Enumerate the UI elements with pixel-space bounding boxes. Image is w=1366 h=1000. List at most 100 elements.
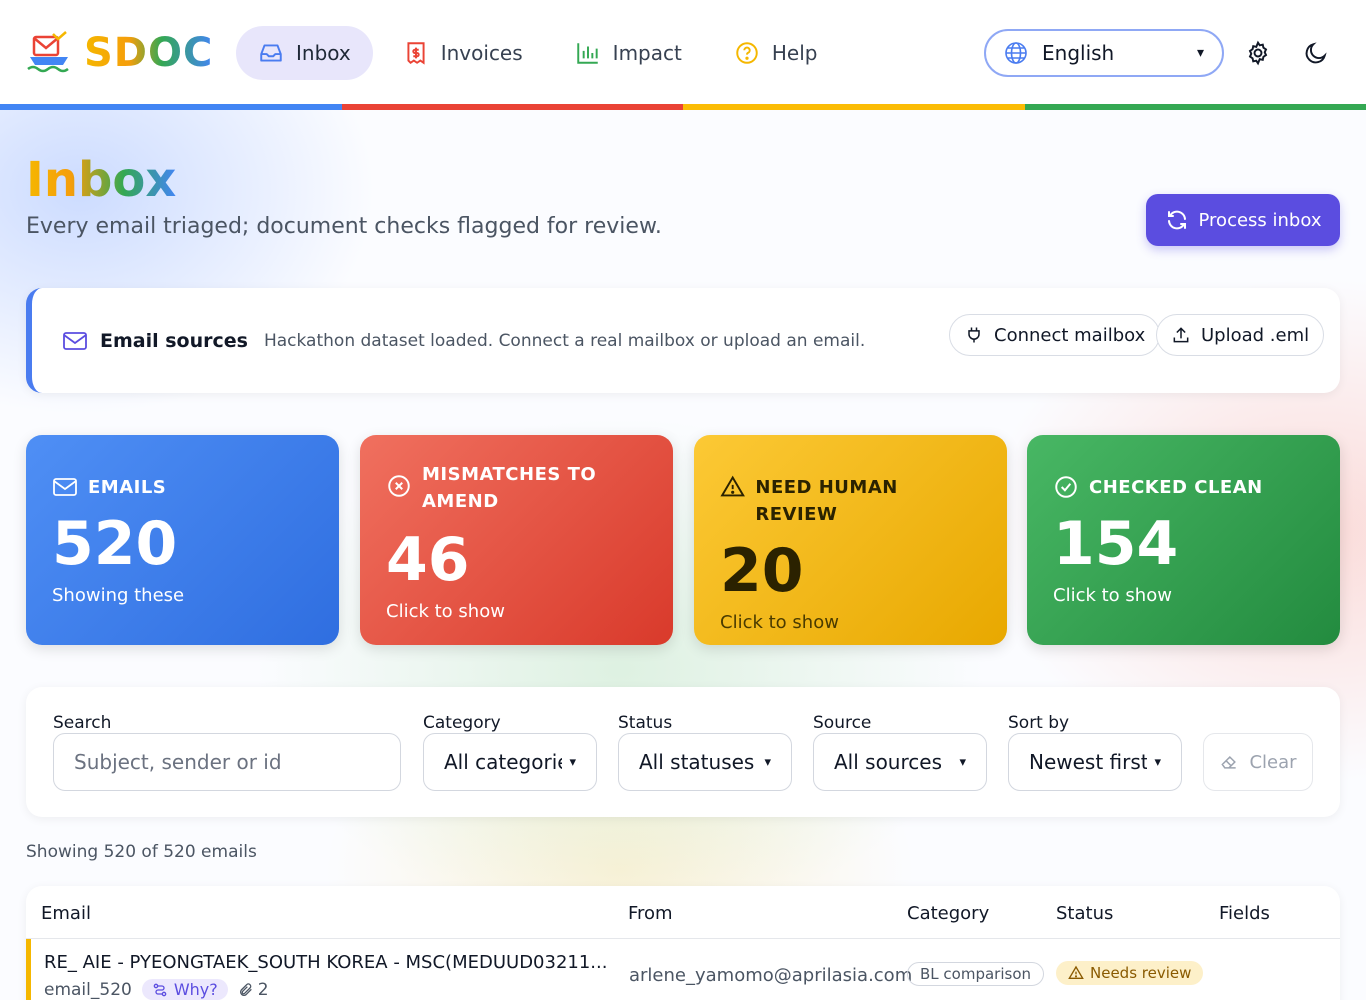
chevron-down-icon: ▾ xyxy=(764,754,771,770)
top-bar: SDOC Inbox Invoices Impact Help English … xyxy=(0,0,1366,104)
source-label: Source xyxy=(813,713,872,733)
stat-card-clean[interactable]: CHECKED CLEAN 154 Click to show xyxy=(1027,435,1340,645)
brand-stripe xyxy=(0,104,1366,110)
attachment-count: 2 xyxy=(238,980,269,1000)
nav-label: Inbox xyxy=(296,41,351,65)
clear-label: Clear xyxy=(1249,751,1297,773)
nav-label: Impact xyxy=(612,41,682,65)
status-label: Status xyxy=(618,713,673,733)
stat-card-mismatches[interactable]: MISMATCHES TO AMEND 46 Click to show xyxy=(360,435,673,645)
stat-value: 520 xyxy=(52,509,178,579)
stat-subtext: Click to show xyxy=(1053,585,1172,606)
status-select[interactable]: All statuses ▾ xyxy=(618,733,792,791)
why-label: Why? xyxy=(173,980,218,999)
stat-subtext: Click to show xyxy=(386,601,505,622)
column-header-fields[interactable]: Fields xyxy=(1219,903,1270,924)
stat-card-emails[interactable]: EMAILS 520 Showing these xyxy=(26,435,339,645)
search-placeholder: Subject, sender or id xyxy=(74,750,282,774)
nav-item-inbox[interactable]: Inbox xyxy=(236,26,373,80)
language-select[interactable]: English ▾ xyxy=(984,29,1224,77)
why-button[interactable]: Why? xyxy=(141,979,228,1000)
category-label: Category xyxy=(423,713,501,733)
sort-label: Sort by xyxy=(1008,713,1070,733)
stat-label: CHECKED CLEAN xyxy=(1089,477,1263,498)
column-header-from[interactable]: From xyxy=(628,903,673,924)
mail-icon xyxy=(53,478,77,496)
page-title: Inbox xyxy=(26,152,177,208)
stat-card-review[interactable]: NEED HUMAN REVIEW 20 Click to show xyxy=(694,435,1007,645)
process-inbox-label: Process inbox xyxy=(1198,209,1322,231)
email-id: email_520 xyxy=(44,979,132,1000)
sources-description: Hackathon dataset loaded. Connect a real… xyxy=(263,330,866,351)
nav-item-impact[interactable]: Impact xyxy=(553,26,704,80)
sort-value: Newest first xyxy=(1029,750,1147,774)
upload-icon xyxy=(1173,327,1189,343)
chevron-down-icon: ▾ xyxy=(1196,45,1204,61)
stat-label: MISMATCHES TO AMEND xyxy=(422,464,597,512)
warning-icon xyxy=(1068,965,1084,979)
process-inbox-button[interactable]: Process inbox xyxy=(1146,194,1340,246)
sort-select[interactable]: Newest first ▾ xyxy=(1008,733,1182,791)
attachment-count-value: 2 xyxy=(257,979,269,1000)
nav-label: Help xyxy=(771,41,818,65)
stat-label: NEED HUMAN REVIEW xyxy=(755,477,898,525)
clear-filters-button[interactable]: Clear xyxy=(1203,733,1313,791)
page-subtitle: Every email triaged; document checks fla… xyxy=(26,214,662,239)
app-name: SDOC xyxy=(84,30,214,76)
stat-subtext: Showing these xyxy=(52,585,185,606)
app-logo[interactable]: SDOC xyxy=(26,30,213,76)
search-label: Search xyxy=(53,713,112,733)
upload-eml-button[interactable]: Upload .eml xyxy=(1156,314,1325,356)
email-subject[interactable]: RE_ AIE - PYEONGTAEK_SOUTH KOREA - MSC(M… xyxy=(44,952,607,973)
x-circle-icon xyxy=(388,475,410,497)
chevron-down-icon: ▾ xyxy=(1154,754,1161,770)
moon-icon xyxy=(1305,42,1327,64)
nav-item-invoices[interactable]: Invoices xyxy=(381,26,545,80)
column-header-status[interactable]: Status xyxy=(1056,903,1113,924)
logo-mail-boat-icon xyxy=(27,31,69,73)
warning-icon xyxy=(720,475,745,497)
email-table: Email From Category Status Fields RE_ AI… xyxy=(26,886,1340,1000)
connect-mailbox-button[interactable]: Connect mailbox xyxy=(949,314,1161,356)
column-header-category[interactable]: Category xyxy=(907,903,989,924)
settings-button[interactable] xyxy=(1243,38,1273,68)
theme-toggle-button[interactable] xyxy=(1301,38,1331,68)
stat-value: 154 xyxy=(1053,509,1179,579)
status-value: All statuses xyxy=(639,750,755,774)
invoice-icon xyxy=(407,42,425,65)
stat-value: 20 xyxy=(720,536,804,606)
main-nav: Inbox Invoices Impact Help xyxy=(236,26,839,80)
help-icon xyxy=(736,42,758,64)
sources-title: Email sources xyxy=(100,329,248,352)
connect-mailbox-label: Connect mailbox xyxy=(994,324,1146,346)
search-input[interactable]: Subject, sender or id xyxy=(53,733,401,791)
source-select[interactable]: All sources ▾ xyxy=(813,733,987,791)
filter-panel: Search Subject, sender or id Category Al… xyxy=(26,687,1340,817)
table-header: Email From Category Status Fields xyxy=(26,886,1340,939)
check-circle-icon xyxy=(1055,476,1077,498)
paperclip-icon xyxy=(239,982,252,996)
category-select[interactable]: All categorie ▾ xyxy=(423,733,597,791)
plug-icon xyxy=(968,327,980,343)
mail-icon xyxy=(63,331,87,350)
gear-icon xyxy=(1248,40,1268,66)
inbox-icon xyxy=(260,44,282,62)
table-row[interactable]: RE_ AIE - PYEONGTAEK_SOUTH KOREA - MSC(M… xyxy=(26,939,1340,1000)
status-badge: Needs review xyxy=(1056,961,1204,985)
stat-subtext: Click to show xyxy=(720,612,839,633)
globe-icon xyxy=(1005,42,1027,64)
language-value: English xyxy=(1042,41,1115,65)
chevron-down-icon: ▾ xyxy=(959,754,966,770)
status-badge-label: Needs review xyxy=(1090,964,1192,982)
results-count: Showing 520 of 520 emails xyxy=(26,842,257,862)
column-header-email[interactable]: Email xyxy=(41,903,91,924)
category-badge: BL comparison xyxy=(907,962,1044,986)
stat-value: 46 xyxy=(386,525,470,595)
bar-chart-icon xyxy=(576,43,598,64)
source-value: All sources xyxy=(834,750,942,774)
nav-item-help[interactable]: Help xyxy=(712,26,840,80)
upload-eml-label: Upload .eml xyxy=(1201,324,1310,346)
stat-label: EMAILS xyxy=(88,477,167,498)
flow-icon xyxy=(153,983,167,996)
category-value: All categorie xyxy=(444,750,562,774)
